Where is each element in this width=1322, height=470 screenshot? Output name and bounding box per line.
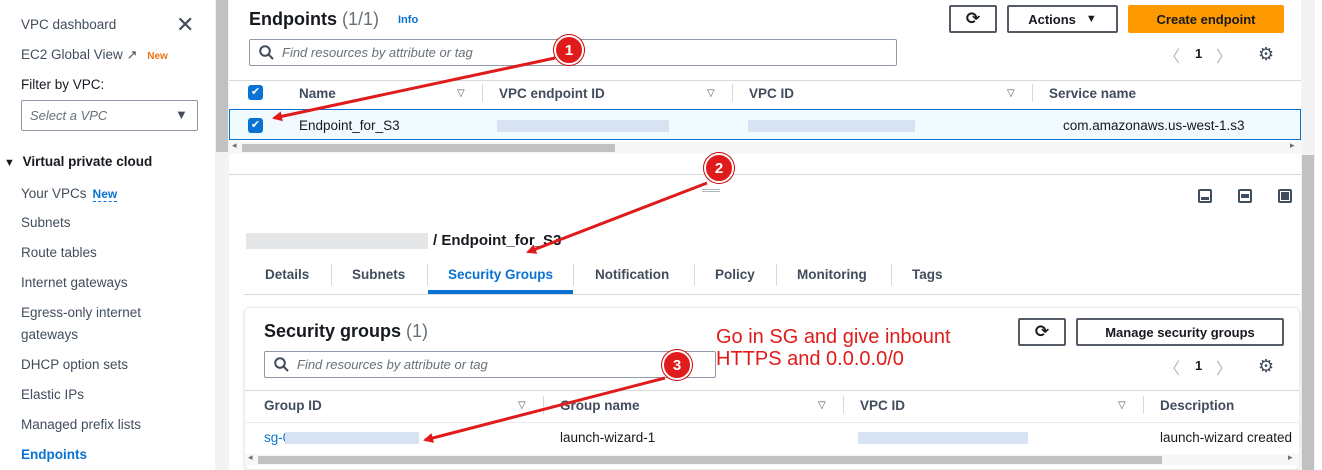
marker-2: 2 (704, 153, 734, 183)
arrow-3 (423, 376, 666, 443)
note-line-2: HTTPS and 0.0.0.0/0 (716, 348, 904, 370)
marker-3: 3 (662, 350, 692, 380)
arrow-1 (272, 56, 556, 122)
annotation-arrows (272, 56, 708, 443)
note-line-1: Go in SG and give inbount (716, 326, 951, 348)
marker-1: 1 (554, 35, 584, 65)
annotation-note: Go in SG and give inbount HTTPS and 0.0.… (716, 326, 951, 370)
arrow-2 (526, 181, 708, 254)
